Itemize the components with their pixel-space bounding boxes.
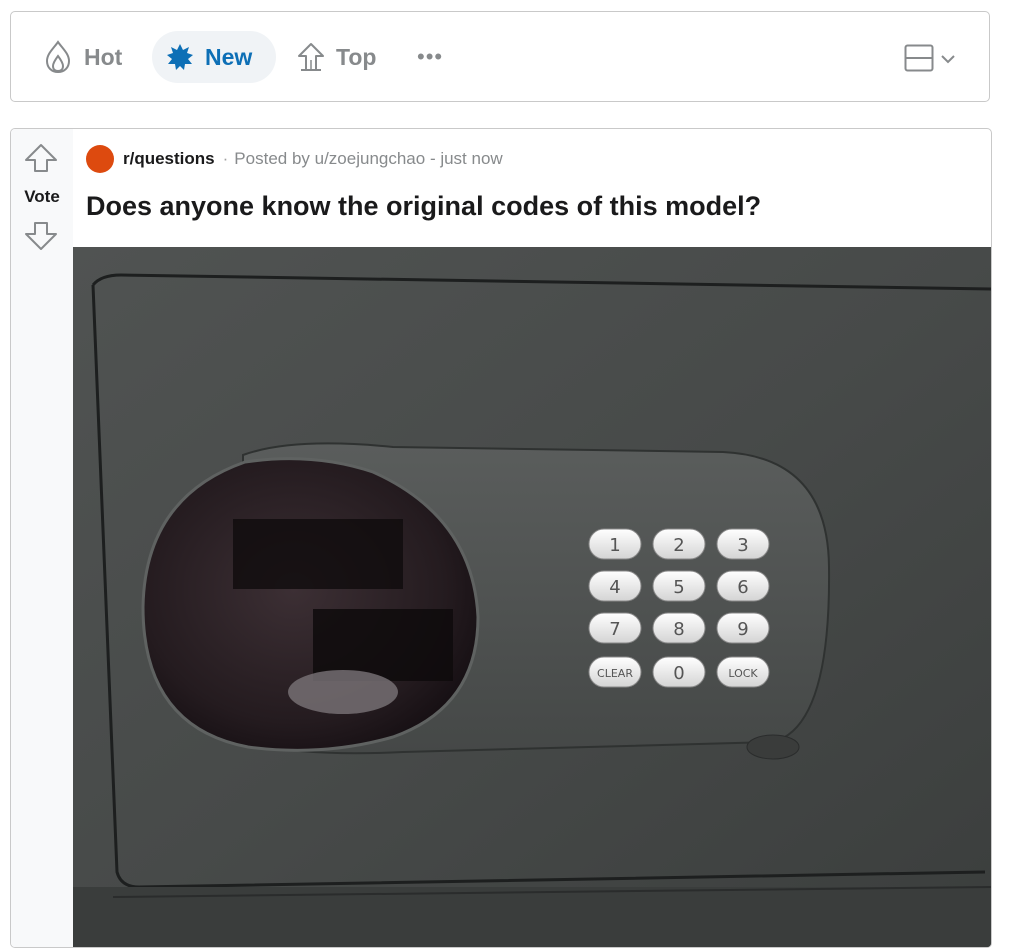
key-4-label: 4 bbox=[609, 577, 620, 598]
sort-hot-label: Hot bbox=[84, 43, 123, 70]
post-title[interactable]: Does anyone know the original codes of t… bbox=[86, 191, 761, 222]
key-2-label: 2 bbox=[673, 535, 684, 556]
key-clear-label: CLEAR bbox=[597, 667, 633, 680]
top-chart-icon bbox=[297, 42, 325, 72]
key-0-label: 0 bbox=[673, 663, 684, 684]
post-image[interactable]: 1 2 3 4 5 6 7 8 9 CLEAR 0 LOCK bbox=[73, 247, 991, 947]
burst-icon bbox=[166, 43, 194, 71]
key-7-label: 7 bbox=[609, 619, 620, 640]
posted-by: Posted by u/zoejungchao - just now bbox=[234, 149, 503, 168]
key-9-label: 9 bbox=[737, 619, 748, 640]
upvote-icon[interactable] bbox=[24, 143, 58, 178]
chevron-down-icon bbox=[940, 52, 956, 70]
key-lock-label: LOCK bbox=[728, 667, 758, 680]
subreddit-link[interactable]: r/questions bbox=[123, 149, 215, 169]
downvote-icon[interactable] bbox=[24, 221, 58, 256]
sort-bar: Hot New Top ••• bbox=[10, 11, 990, 102]
post-meta: r/questions · Posted by u/zoejungchao - … bbox=[86, 145, 503, 173]
meta-separator: · bbox=[222, 149, 229, 168]
key-6-label: 6 bbox=[737, 577, 748, 598]
key-1-label: 1 bbox=[609, 535, 620, 556]
key-8-label: 8 bbox=[673, 619, 684, 640]
safe-photo: 1 2 3 4 5 6 7 8 9 CLEAR 0 LOCK bbox=[73, 247, 991, 947]
sort-top-button[interactable]: Top bbox=[297, 31, 376, 83]
vote-column: Vote bbox=[11, 129, 73, 947]
flame-icon bbox=[43, 40, 73, 74]
subreddit-avatar[interactable] bbox=[86, 145, 114, 173]
more-options-button[interactable]: ••• bbox=[417, 46, 443, 68]
key-3-label: 3 bbox=[737, 535, 748, 556]
sort-new-label: New bbox=[205, 43, 253, 70]
key-5-label: 5 bbox=[673, 577, 684, 598]
sort-top-label: Top bbox=[336, 43, 377, 70]
card-layout-icon bbox=[904, 44, 934, 77]
sort-new-button[interactable]: New bbox=[152, 31, 276, 83]
post-card[interactable]: Vote r/questions · Posted by u/zoejungch… bbox=[10, 128, 992, 948]
layout-switch-button[interactable] bbox=[904, 44, 956, 77]
vote-count: Vote bbox=[24, 187, 60, 206]
sort-hot-button[interactable]: Hot bbox=[43, 31, 122, 83]
